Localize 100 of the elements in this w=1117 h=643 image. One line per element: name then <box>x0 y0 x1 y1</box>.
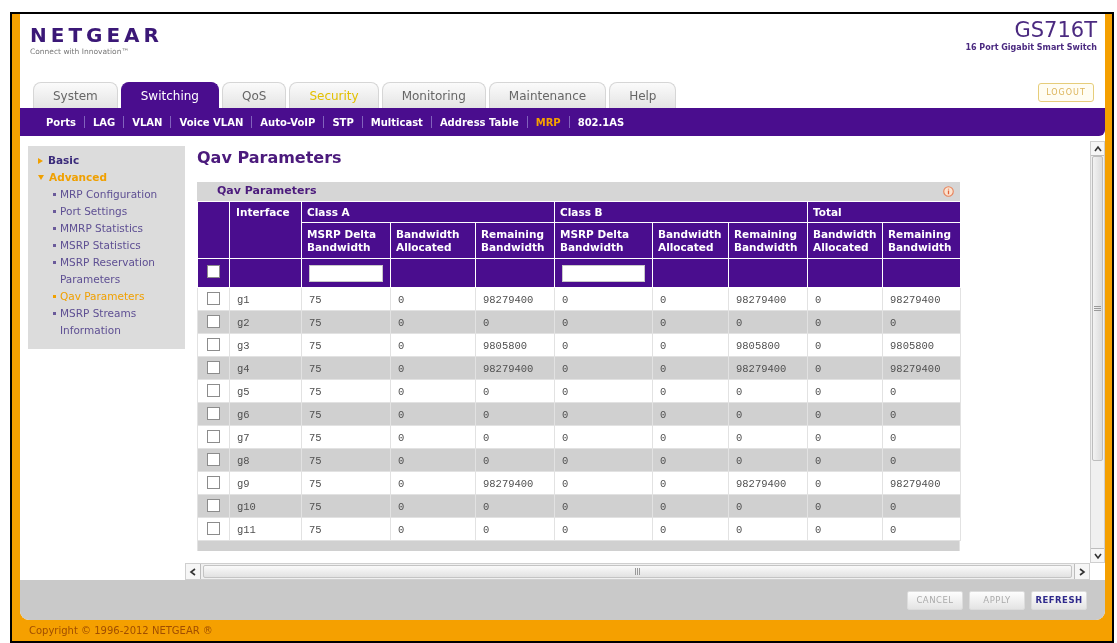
table-cell: 75 <box>309 317 322 329</box>
table-cell: 75 <box>309 432 322 444</box>
scroll-right-button[interactable] <box>1074 564 1089 579</box>
sidebar-item[interactable]: MSRP Reservation Parameters <box>60 254 181 288</box>
table-cell: 75 <box>309 386 322 398</box>
table-cell: 9805800 <box>483 340 528 352</box>
table-cell: g8 <box>237 455 250 467</box>
table-cell: 0 <box>890 501 897 513</box>
table-cell: 0 <box>660 386 667 398</box>
nav-link[interactable]: Ports <box>38 114 84 130</box>
nav-link[interactable]: Address Table <box>431 114 527 130</box>
table-cell: g2 <box>237 317 250 329</box>
action-button[interactable]: REFRESH <box>1031 590 1087 610</box>
checkbox[interactable] <box>207 384 220 397</box>
table-cell: 0 <box>736 317 743 329</box>
checkbox[interactable] <box>207 338 220 351</box>
scroll-left-button[interactable] <box>186 564 201 579</box>
column-header: Bandwidth Allocated <box>396 227 460 253</box>
table-cell: 98279400 <box>890 478 941 490</box>
logo: NETGEAR <box>30 24 163 46</box>
nav-link[interactable]: 802.1AS <box>569 114 633 130</box>
table-cell: 0 <box>736 409 743 421</box>
column-group-header: Class B <box>560 205 603 218</box>
table-cell: 0 <box>660 294 667 306</box>
checkbox[interactable] <box>207 476 220 489</box>
tab[interactable]: System <box>33 82 118 108</box>
checkbox[interactable] <box>207 407 220 420</box>
checkbox[interactable] <box>207 453 220 466</box>
checkbox[interactable] <box>207 522 220 535</box>
table-cell: 0 <box>736 432 743 444</box>
chevron-down-icon <box>1093 551 1102 560</box>
input-field[interactable] <box>562 264 645 282</box>
table-cell: 0 <box>398 524 405 536</box>
table-cell: 0 <box>562 340 569 352</box>
sidebar-item[interactable]: MSRP Streams Information <box>60 305 181 339</box>
checkbox[interactable] <box>207 499 220 512</box>
table-cell: 0 <box>736 386 743 398</box>
nav-link[interactable]: VLAN <box>124 114 171 130</box>
vertical-scrollbar[interactable] <box>1090 141 1105 563</box>
copyright-text: Copyright © 1996-2012 NETGEAR ® <box>29 624 213 638</box>
scrollbar-thumb[interactable] <box>1092 156 1103 461</box>
tab[interactable]: Help <box>609 82 677 108</box>
info-icon[interactable] <box>943 186 954 197</box>
bullet-icon <box>53 227 56 230</box>
table-cell: 98279400 <box>483 294 534 306</box>
checkbox[interactable] <box>207 430 220 443</box>
table-cell: 0 <box>890 386 897 398</box>
checkbox[interactable] <box>207 292 220 305</box>
tab[interactable]: QoS <box>222 82 287 108</box>
table-cell: 0 <box>815 386 822 398</box>
table-cell: 0 <box>562 455 569 467</box>
table-cell: 0 <box>736 501 743 513</box>
table-cell: 0 <box>398 363 405 375</box>
tab[interactable]: Switching <box>120 82 219 108</box>
nav-link[interactable]: MRP <box>527 114 569 130</box>
table-cell: 98279400 <box>890 363 941 375</box>
table-cell: 0 <box>483 409 490 421</box>
column-header: Bandwidth Allocated <box>813 227 877 253</box>
checkbox[interactable] <box>207 361 220 374</box>
nav-link[interactable]: Multicast <box>362 114 431 130</box>
table-cell: 75 <box>309 524 322 536</box>
table-cell: 0 <box>660 409 667 421</box>
table-cell: 75 <box>309 455 322 467</box>
column-group-header: Total <box>813 205 842 218</box>
table-cell: 0 <box>890 317 897 329</box>
checkbox[interactable] <box>207 265 220 278</box>
nav-link[interactable]: LAG <box>84 114 124 130</box>
sidebar-item[interactable]: Port Settings <box>60 203 128 220</box>
table-cell: 0 <box>815 501 822 513</box>
nav-link[interactable]: Voice VLAN <box>171 114 252 130</box>
scroll-up-button[interactable] <box>1091 142 1104 156</box>
nav-link[interactable]: Auto-VoIP <box>252 114 324 130</box>
tab[interactable]: Maintenance <box>488 82 607 108</box>
table-cell: 0 <box>815 294 822 306</box>
nav-link[interactable]: STP <box>324 114 362 130</box>
checkbox[interactable] <box>207 315 220 328</box>
tab[interactable]: Monitoring <box>381 82 486 108</box>
table-cell: 0 <box>483 317 490 329</box>
horizontal-scrollbar[interactable] <box>185 563 1090 580</box>
scroll-down-button[interactable] <box>1091 548 1104 562</box>
table-cell: 0 <box>562 363 569 375</box>
table-cell: g5 <box>237 386 250 398</box>
table-cell: g9 <box>237 478 250 490</box>
scrollbar-thumb[interactable] <box>203 565 1072 578</box>
sidebar-item[interactable]: MSRP Statistics <box>60 237 141 254</box>
input-field[interactable] <box>309 264 383 282</box>
table-cell: 0 <box>815 455 822 467</box>
sidebar-item[interactable]: Basic <box>48 152 80 169</box>
table-cell: 98279400 <box>890 294 941 306</box>
table-cell: 75 <box>309 340 322 352</box>
panel-title: Qav Parameters <box>217 183 317 200</box>
table-cell: 0 <box>398 409 405 421</box>
table-cell: 0 <box>815 432 822 444</box>
table-cell: 98279400 <box>483 363 534 375</box>
table-cell: 0 <box>398 478 405 490</box>
sidebar-item[interactable]: MRP Configuration <box>60 186 158 203</box>
page-title: Qav Parameters <box>197 148 343 168</box>
sidebar-item[interactable]: MMRP Statistics <box>60 220 144 237</box>
table-cell: 0 <box>398 340 405 352</box>
column-header: Remaining Bandwidth <box>734 227 798 253</box>
